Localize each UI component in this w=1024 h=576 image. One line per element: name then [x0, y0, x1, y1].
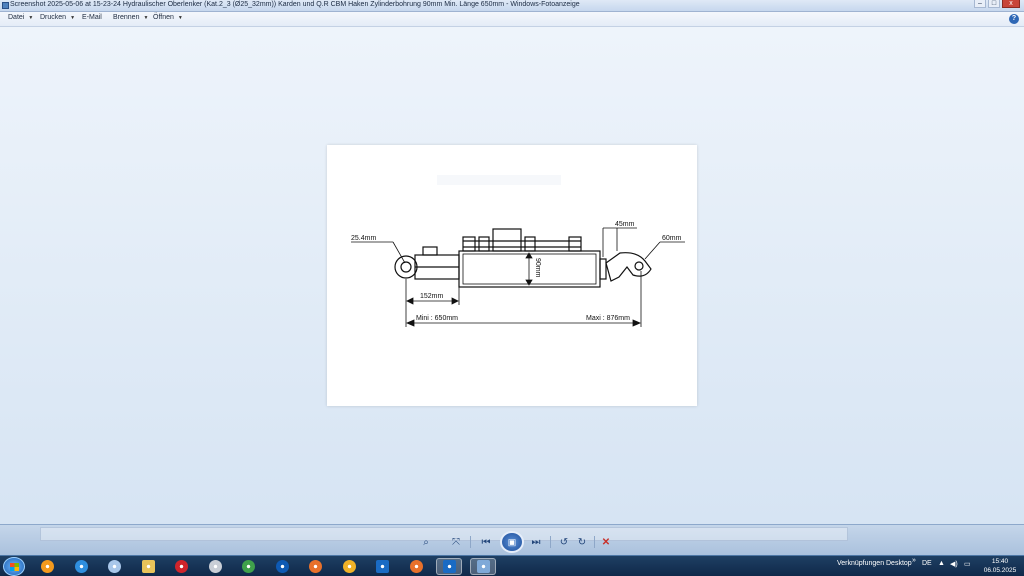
- separator: [470, 536, 471, 548]
- rotate-right-icon[interactable]: ↻: [574, 535, 590, 549]
- maximize-button[interactable]: □: [988, 0, 1000, 8]
- menu-email[interactable]: E-Mail: [82, 14, 102, 21]
- window-title: Screenshot 2025-05-06 at 15-23-24 Hydrau…: [10, 1, 580, 8]
- next-button[interactable]: ⏭: [528, 535, 544, 549]
- title-bar: Screenshot 2025-05-06 at 15-23-24 Hydrau…: [0, 0, 1024, 12]
- taskbar-app-button[interactable]: [105, 558, 123, 575]
- chevron-down-icon: ▼: [143, 14, 149, 21]
- taskbar-app-button[interactable]: [306, 558, 324, 575]
- hydraulic-top-link-drawing: 25.4mm 45mm 60mm 90mm 152mm Mini : 650mm…: [351, 221, 685, 327]
- dim-pin-to-cylinder: 152mm: [420, 293, 444, 300]
- viewer-control-bar: ⌕ ⤧ ⏮ ▣ ⏭ ↺ ↻ ✕: [0, 524, 1024, 555]
- taskbar-app-button[interactable]: [239, 558, 257, 575]
- fitting-right: [568, 236, 582, 252]
- taskbar-app-button[interactable]: [172, 558, 190, 575]
- pin-eye: [394, 255, 418, 279]
- separator: [594, 536, 595, 548]
- slideshow-button[interactable]: ▣: [500, 531, 524, 553]
- toolbar-desktop[interactable]: Desktop: [886, 560, 912, 567]
- rotate-left-icon[interactable]: ↺: [556, 535, 572, 549]
- internet-explorer-icon: [74, 560, 88, 573]
- chevron-down-icon: ▼: [28, 14, 34, 21]
- menu-label: Drucken: [40, 14, 67, 21]
- taskbar-app-button[interactable]: [38, 558, 56, 575]
- pin-hole: [400, 261, 412, 273]
- dim-length-max: Maxi : 876mm: [586, 315, 630, 322]
- taskbar-app-button[interactable]: [72, 558, 90, 575]
- cbm-hook: [605, 252, 652, 282]
- taskbar-app-button[interactable]: [436, 558, 462, 575]
- volume-icon[interactable]: ◀): [950, 560, 958, 568]
- clock[interactable]: 15:40 06.05.2025: [982, 557, 1018, 575]
- app-diamond-icon: [107, 560, 121, 573]
- delete-icon[interactable]: ✕: [598, 535, 614, 549]
- language-indicator[interactable]: DE: [922, 560, 932, 567]
- firefox-icon: [308, 560, 322, 573]
- close-button[interactable]: x: [1002, 0, 1020, 8]
- minimize-button[interactable]: –: [974, 0, 986, 8]
- chrome-icon: [241, 560, 255, 573]
- taskbar-app-button[interactable]: [470, 558, 496, 575]
- start-button[interactable]: [3, 557, 25, 576]
- chevron-down-icon: ▼: [177, 14, 183, 21]
- photo-viewer-icon: [476, 560, 490, 573]
- network-icon[interactable]: ▭: [964, 560, 971, 568]
- outlook-icon: [442, 560, 456, 573]
- valve-block: [492, 228, 522, 252]
- dim-hook-opening: 60mm: [662, 235, 682, 242]
- dim-length-min: Mini : 650mm: [416, 315, 458, 322]
- taskbar: Verknüpfungen Desktop » DE ▲ ◀) ▭ 15:40 …: [0, 555, 1024, 576]
- thumbnail-strip: [40, 527, 848, 541]
- rod-end: [599, 258, 607, 280]
- firefox-icon: [409, 560, 423, 573]
- menu-datei[interactable]: Datei ▼: [8, 14, 33, 21]
- show-hidden-icons[interactable]: ▲: [938, 560, 945, 567]
- teamviewer-icon: [275, 560, 289, 573]
- file-explorer-icon: [141, 560, 155, 573]
- taskbar-app-button[interactable]: [139, 558, 157, 575]
- taskbar-app-button[interactable]: [273, 558, 291, 575]
- photo-viewer-app-icon: [2, 2, 9, 9]
- previous-button[interactable]: ⏮: [478, 535, 494, 549]
- chevron-down-icon: ▼: [70, 14, 76, 21]
- fitting-left: [462, 236, 476, 252]
- toolbar-links[interactable]: Verknüpfungen: [837, 560, 884, 567]
- menu-label: Öffnen: [153, 14, 174, 21]
- windows-logo-icon: [10, 563, 19, 571]
- dim-pin-diameter: 25.4mm: [351, 235, 376, 242]
- menu-oeffnen[interactable]: Öffnen ▼: [153, 14, 183, 21]
- taskbar-app-button[interactable]: [206, 558, 224, 575]
- displayed-image: 25.4mm 45mm 60mm 90mm 152mm Mini : 650mm…: [327, 145, 697, 406]
- taskbar-app-button[interactable]: [407, 558, 425, 575]
- image-viewer-area: 25.4mm 45mm 60mm 90mm 152mm Mini : 650mm…: [0, 27, 1024, 524]
- menu-brennen[interactable]: Brennen ▼: [113, 14, 148, 21]
- help-icon[interactable]: ?: [1009, 14, 1019, 24]
- menu-bar: Datei ▼ Drucken ▼ E-Mail Brennen ▼ Öffne…: [0, 12, 1024, 27]
- opera-icon: [174, 560, 188, 573]
- actual-size-icon[interactable]: ⤧: [448, 535, 464, 549]
- app-gear-icon: [208, 560, 222, 573]
- window-controls: – □ x: [974, 0, 1020, 8]
- menu-label: Brennen: [113, 14, 140, 21]
- dim-hook-width: 45mm: [615, 221, 635, 228]
- separator: [550, 536, 551, 548]
- outlook-icon: [375, 560, 389, 573]
- clock-date: 06.05.2025: [983, 567, 1017, 574]
- app-shield-icon: [342, 560, 356, 573]
- menu-label: E-Mail: [82, 14, 102, 21]
- dim-bore: 90mm: [534, 258, 541, 278]
- media-player-icon: [40, 560, 54, 573]
- taskbar-app-button[interactable]: [373, 558, 391, 575]
- menu-label: Datei: [8, 14, 25, 21]
- toolbar-chevron-icon[interactable]: »: [912, 557, 916, 564]
- zoom-icon[interactable]: ⌕: [418, 535, 434, 549]
- menu-drucken[interactable]: Drucken ▼: [40, 14, 75, 21]
- clock-time: 15:40: [991, 558, 1009, 565]
- clevis-lug: [422, 246, 438, 256]
- taskbar-app-button[interactable]: [340, 558, 358, 575]
